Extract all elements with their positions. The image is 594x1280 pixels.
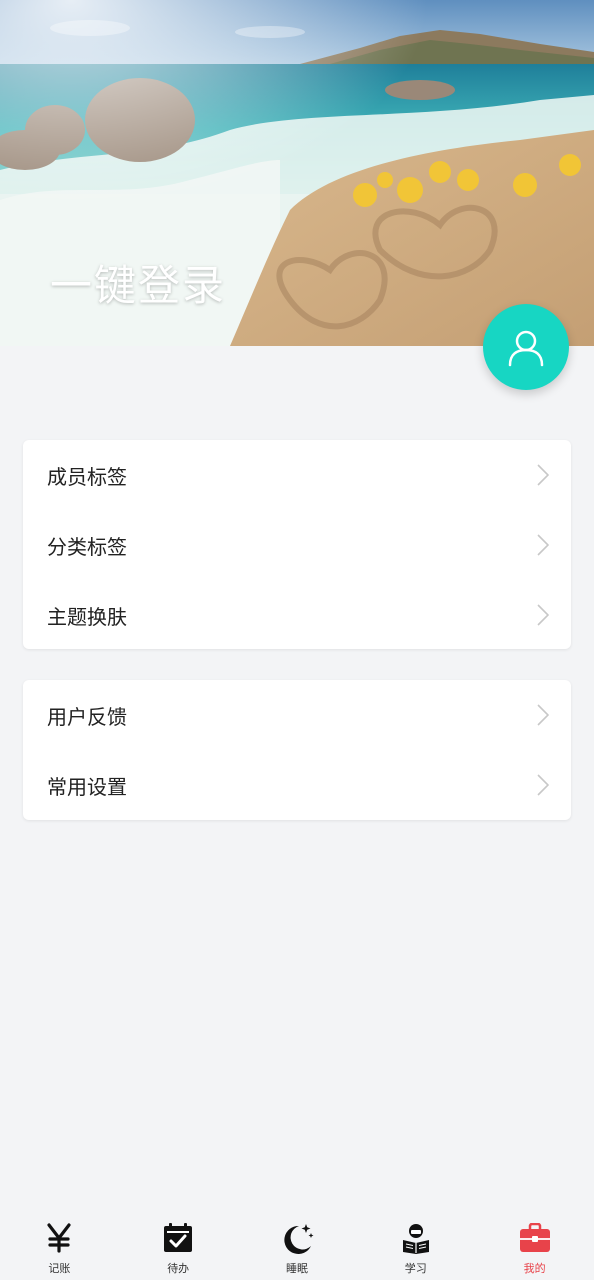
menu-item-theme-skin[interactable]: 主题换肤 xyxy=(23,580,571,650)
menu-item-label: 主题换肤 xyxy=(47,604,127,629)
settings-group-1: 成员标签 分类标签 主题换肤 xyxy=(23,440,571,649)
menu-item-label: 成员标签 xyxy=(47,464,127,489)
yen-icon xyxy=(41,1220,77,1256)
toolbox-icon xyxy=(517,1220,553,1256)
tab-label: 待办 xyxy=(167,1262,190,1275)
chevron-right-icon xyxy=(537,704,549,726)
tab-label: 记账 xyxy=(48,1262,71,1275)
tab-study[interactable]: 学习 xyxy=(356,1210,475,1280)
menu-item-category-tags[interactable]: 分类标签 xyxy=(23,510,571,580)
user-icon xyxy=(508,330,544,367)
tab-todo[interactable]: 待办 xyxy=(119,1210,238,1280)
reading-person-icon xyxy=(398,1220,434,1256)
settings-group-2: 用户反馈 常用设置 xyxy=(23,680,571,820)
tab-label: 睡眠 xyxy=(285,1262,308,1275)
tab-sleep[interactable]: 睡眠 xyxy=(238,1210,357,1280)
menu-item-label: 用户反馈 xyxy=(47,704,127,729)
header-banner: 一键登录 xyxy=(0,0,594,346)
calendar-check-icon xyxy=(160,1220,196,1256)
menu-item-label: 常用设置 xyxy=(47,774,127,799)
chevron-right-icon xyxy=(537,534,549,556)
bottom-tab-bar: 记账 待办 睡眠 学习 我的 xyxy=(0,1210,594,1280)
menu-item-user-feedback[interactable]: 用户反馈 xyxy=(23,680,571,750)
tab-label: 我的 xyxy=(523,1262,546,1275)
tab-bookkeeping[interactable]: 记账 xyxy=(0,1210,119,1280)
avatar-button[interactable] xyxy=(483,304,569,390)
menu-item-member-tags[interactable]: 成员标签 xyxy=(23,440,571,510)
chevron-right-icon xyxy=(537,604,549,626)
one-click-login-link[interactable]: 一键登录 xyxy=(50,252,226,313)
menu-item-label: 分类标签 xyxy=(47,534,127,559)
tab-label: 学习 xyxy=(404,1262,427,1275)
moon-stars-icon xyxy=(279,1220,315,1256)
menu-item-common-settings[interactable]: 常用设置 xyxy=(23,750,571,820)
tab-mine[interactable]: 我的 xyxy=(475,1210,594,1280)
chevron-right-icon xyxy=(537,464,549,486)
chevron-right-icon xyxy=(537,774,549,796)
